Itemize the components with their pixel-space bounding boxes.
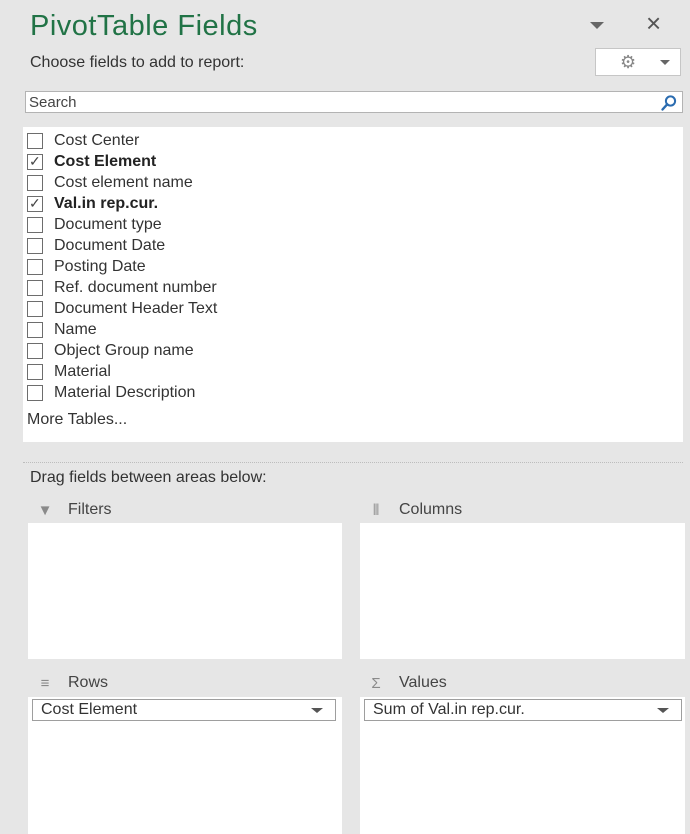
field-checkbox[interactable]: [27, 280, 43, 296]
field-label: Cost Center: [54, 132, 140, 149]
field-item[interactable]: Cost element name: [27, 173, 193, 193]
field-checkbox[interactable]: [27, 385, 43, 401]
field-label: Object Group name: [54, 342, 194, 359]
field-item[interactable]: ✓ Cost Element: [27, 152, 156, 172]
field-checkbox[interactable]: [27, 238, 43, 254]
pane-title: PivotTable Fields: [30, 10, 258, 42]
areas-divider: [23, 462, 683, 463]
search-input[interactable]: [29, 93, 649, 111]
filter-icon: ▼: [37, 501, 53, 519]
field-item[interactable]: Object Group name: [27, 341, 194, 361]
field-label: Cost element name: [54, 174, 193, 191]
field-checkbox[interactable]: ✓: [27, 195, 43, 212]
pivottable-fields-pane: PivotTable Fields × Choose fields to add…: [0, 0, 690, 834]
chevron-down-icon[interactable]: [657, 708, 669, 713]
field-checkbox[interactable]: [27, 322, 43, 338]
field-checkbox[interactable]: [27, 259, 43, 275]
rows-icon: ≡: [40, 674, 50, 692]
field-item[interactable]: ✓ Val.in rep.cur.: [27, 194, 158, 214]
values-drop-area[interactable]: Sum of Val.in rep.cur.: [360, 697, 685, 834]
field-label: Document Date: [54, 237, 166, 254]
field-checkbox[interactable]: [27, 217, 43, 233]
field-label: Document type: [54, 216, 162, 233]
field-label: Material: [54, 363, 111, 380]
field-label: Cost Element: [54, 153, 157, 170]
chevron-down-icon: [660, 60, 670, 65]
field-list: Cost Center ✓ Cost Element Cost element …: [23, 127, 683, 442]
values-field-label: Sum of Val.in rep.cur.: [373, 701, 525, 718]
columns-label: Columns: [399, 501, 463, 518]
close-icon[interactable]: ×: [646, 10, 661, 36]
field-label: Ref. document number: [54, 279, 217, 296]
values-header: Σ Values: [367, 672, 447, 694]
field-item[interactable]: Material Description: [27, 383, 195, 403]
rows-drop-area[interactable]: Cost Element: [28, 697, 342, 834]
field-label: Name: [54, 321, 97, 338]
field-checkbox[interactable]: [27, 364, 43, 380]
field-item[interactable]: Document Header Text: [27, 299, 217, 319]
field-label: Material Description: [54, 384, 196, 401]
field-item[interactable]: Posting Date: [27, 257, 146, 277]
field-item[interactable]: Ref. document number: [27, 278, 217, 298]
rows-field-pill[interactable]: Cost Element: [32, 699, 336, 721]
field-checkbox[interactable]: ✓: [27, 153, 43, 170]
search-box[interactable]: [25, 91, 683, 113]
field-checkbox[interactable]: [27, 175, 43, 191]
values-field-pill[interactable]: Sum of Val.in rep.cur.: [364, 699, 682, 721]
field-checkbox[interactable]: [27, 133, 43, 149]
field-checkbox[interactable]: [27, 343, 43, 359]
choose-fields-label: Choose fields to add to report:: [30, 54, 245, 71]
dropdown-arrow-icon[interactable]: [590, 22, 604, 29]
drag-fields-label: Drag fields between areas below:: [30, 469, 267, 486]
field-label: Posting Date: [54, 258, 146, 275]
search-icon[interactable]: [660, 94, 678, 112]
values-label: Values: [399, 674, 447, 691]
field-item[interactable]: Cost Center: [27, 131, 139, 151]
columns-icon: ⦀: [372, 501, 380, 519]
field-item[interactable]: Name: [27, 320, 97, 340]
rows-header: ≡ Rows: [36, 672, 108, 694]
field-item[interactable]: Material: [27, 362, 111, 382]
field-checkbox[interactable]: [27, 301, 43, 317]
field-item[interactable]: Document type: [27, 215, 162, 235]
field-label: Document Header Text: [54, 300, 218, 317]
chevron-down-icon[interactable]: [311, 708, 323, 713]
columns-header: ⦀ Columns: [367, 499, 462, 521]
columns-drop-area[interactable]: [360, 523, 685, 659]
sigma-icon: Σ: [371, 674, 381, 692]
filters-label: Filters: [68, 501, 112, 518]
rows-field-label: Cost Element: [41, 701, 138, 718]
gear-icon: ⚙: [620, 52, 637, 72]
field-label: Val.in rep.cur.: [54, 195, 159, 212]
more-tables-link[interactable]: More Tables...: [27, 411, 127, 429]
filters-header: ▼ Filters: [36, 499, 112, 521]
filters-drop-area[interactable]: [28, 523, 342, 659]
field-item[interactable]: Document Date: [27, 236, 165, 256]
rows-label: Rows: [68, 674, 109, 691]
tools-button[interactable]: ⚙: [595, 48, 681, 76]
